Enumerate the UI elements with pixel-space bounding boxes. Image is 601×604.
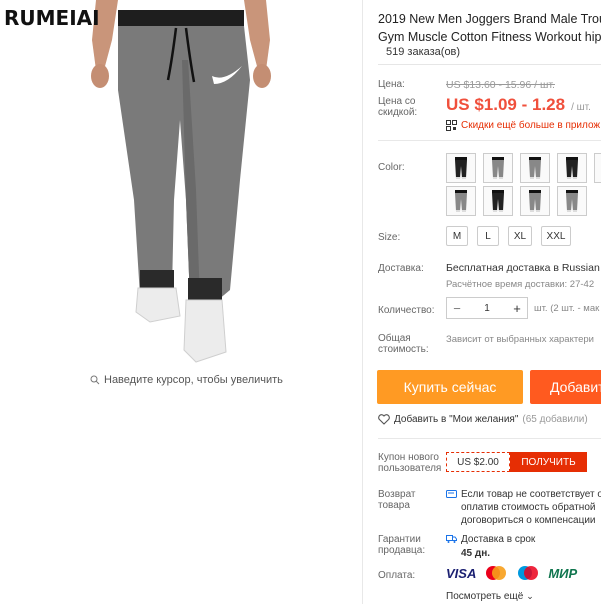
price-unit: / шт. [571,102,591,113]
pants-thumbnail-icon [566,157,578,179]
color-swatches [446,153,601,216]
coupon-label: Купон нового пользователя [378,452,442,474]
color-swatch[interactable] [594,153,601,183]
color-swatch[interactable] [446,153,476,183]
pants-thumbnail-icon [455,190,467,212]
app-discount-link[interactable]: Скидки ещё больше в прилож [446,120,600,131]
returns-line2: оплатив стоимость обратной [461,502,596,513]
price-new: US $1.09 - 1.28 [446,95,566,114]
buy-now-button[interactable]: Купить сейчас [377,370,523,404]
returns-label: Возврат товара [378,489,416,511]
pants-thumbnail-icon [529,157,541,179]
delivery-eta: Расчётное время доставки: 27-42 [446,279,595,290]
quantity-label: Количество: [378,305,435,316]
total-value: Зависит от выбранных характери [446,334,594,345]
brand-logo: RUMEIAI [4,6,100,30]
color-swatch[interactable] [446,186,476,216]
payment-methods: VISA МИР [446,565,577,581]
delivery-value[interactable]: Бесплатная доставка в Russian [446,262,600,274]
payment-more-link[interactable]: Посмотреть ещё ⌄ [446,591,534,602]
returns-line3: договориться о компенсации [461,515,596,526]
price-label: Цена: [378,79,405,90]
guarantee-label: Гарантии продавца: [378,534,426,556]
maestro-icon [518,566,539,580]
heart-icon [378,414,390,425]
zoom-hint: Наведите курсор, чтобы увеличить [90,374,283,386]
color-swatch[interactable] [483,186,513,216]
pants-thumbnail-icon [566,190,578,212]
coupon-get-button[interactable]: ПОЛУЧИТЬ [510,452,587,472]
price-new-wrap: US $1.09 - 1.28 / шт. [446,95,591,115]
color-swatch[interactable] [483,153,513,183]
magnifier-icon [90,375,100,385]
divider [378,140,601,141]
size-option-l[interactable]: L [477,226,499,246]
pants-thumbnail-icon [492,157,504,179]
truck-icon [446,535,457,543]
qr-icon [446,120,457,131]
orders-count: 519 заказа(ов) [378,46,601,65]
guarantee-days: 45 дн. [461,548,491,559]
quantity-stepper: − 1 + [446,297,528,319]
quantity-minus-button[interactable]: − [447,301,467,316]
mir-icon: МИР [548,565,578,581]
guarantee-line1: Доставка в срок [461,534,536,545]
quantity-available: шт. (2 шт. - мак [534,303,600,314]
color-label: Color: [378,162,405,173]
size-option-xl[interactable]: XL [508,226,532,246]
color-swatch[interactable] [557,186,587,216]
quantity-input[interactable]: 1 [467,303,507,314]
chevron-down-icon: ⌄ [526,591,534,601]
pants-thumbnail-icon [492,190,504,212]
column-divider [362,0,363,604]
product-title: 2019 New Men Joggers Brand Male Trous Gy… [378,10,601,46]
size-options: M L XL XXL [446,226,571,246]
delivery-label: Доставка: [378,263,424,274]
add-to-cart-button[interactable]: Добавит [530,370,601,404]
mastercard-icon [486,566,507,580]
color-swatch[interactable] [520,186,550,216]
price-old: US $13.60 - 15.96 / шт. [446,79,555,91]
zoom-hint-text: Наведите курсор, чтобы увеличить [104,374,283,386]
quantity-plus-button[interactable]: + [507,301,527,316]
product-title-line2: Gym Muscle Cotton Fitness Workout hip l [378,30,601,44]
divider [378,438,601,439]
color-swatch[interactable] [520,153,550,183]
wishlist-link[interactable]: Добавить в "Мои желания" (65 добавили) [378,414,588,425]
size-option-m[interactable]: M [446,226,468,246]
coupon-amount: US $2.00 [446,452,510,472]
visa-icon: VISA [446,565,477,581]
size-option-xxl[interactable]: XXL [541,226,571,246]
pants-thumbnail-icon [529,190,541,212]
pants-thumbnail-icon [455,157,467,179]
product-title-line1: 2019 New Men Joggers Brand Male Trous [378,12,601,26]
product-image[interactable] [0,0,362,372]
return-icon [446,490,457,498]
total-label: Общая стоимость: [378,333,429,355]
returns-line1: Если товар не соответствует о [461,489,601,500]
discount-price-label: Цена со скидкой: [378,96,418,118]
color-swatch[interactable] [557,153,587,183]
size-label: Size: [378,232,401,243]
payment-label: Оплата: [378,570,416,581]
